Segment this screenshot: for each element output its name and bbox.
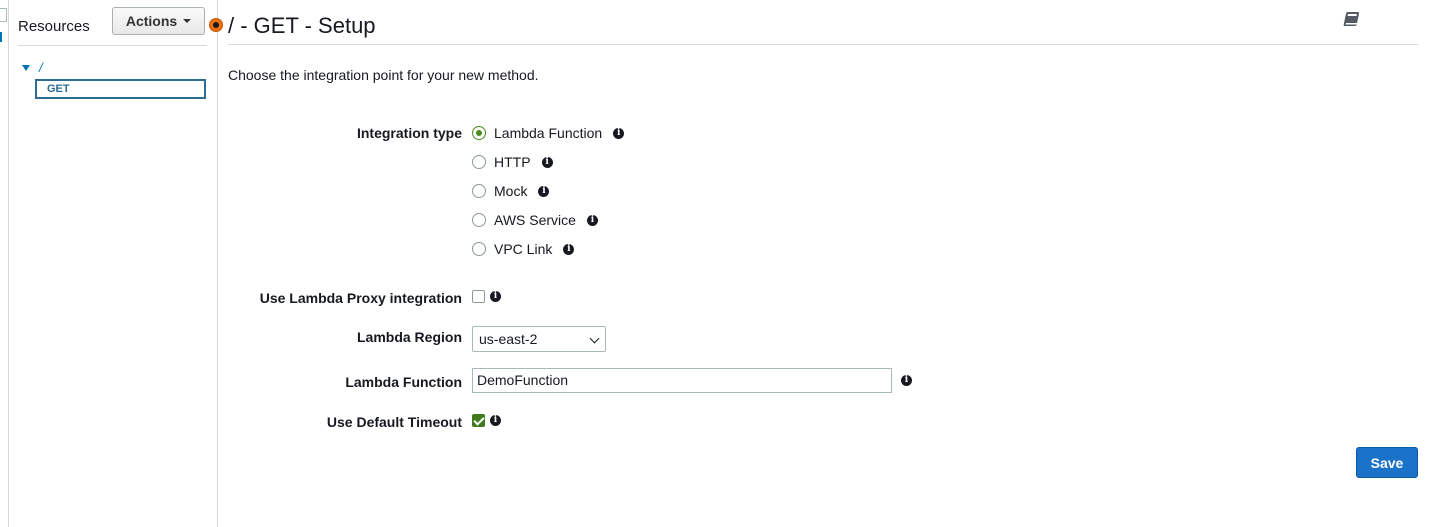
book-icon[interactable] bbox=[1341, 9, 1361, 29]
resources-title: Resources bbox=[18, 18, 90, 35]
radio-label[interactable]: HTTP bbox=[494, 154, 531, 170]
lambda-proxy-label: Use Lambda Proxy integration bbox=[259, 290, 462, 306]
radio-button[interactable] bbox=[472, 126, 486, 140]
lambda-region-select[interactable]: us-east-2 bbox=[472, 326, 606, 352]
info-icon[interactable]: i bbox=[586, 214, 598, 226]
integration-type-label: Integration type bbox=[356, 125, 462, 141]
caret-down-icon bbox=[183, 19, 192, 23]
default-timeout-checkbox[interactable] bbox=[472, 414, 485, 427]
info-icon[interactable]: i bbox=[538, 185, 550, 197]
resources-panel: Resources Actions / GET bbox=[8, 0, 218, 527]
expand-triangle-icon[interactable] bbox=[22, 64, 30, 71]
chevron-down-icon bbox=[589, 333, 600, 344]
radio-option-aws-service[interactable]: AWS Service i bbox=[472, 212, 598, 228]
intro-text: Choose the integration point for your ne… bbox=[228, 67, 539, 83]
info-icon[interactable]: i bbox=[490, 291, 501, 302]
radio-option-lambda-function[interactable]: Lambda Function i bbox=[472, 125, 625, 141]
radio-option-mock[interactable]: Mock i bbox=[472, 183, 550, 199]
radio-label[interactable]: Lambda Function bbox=[494, 125, 602, 141]
nav-active-marker bbox=[0, 32, 2, 42]
save-button[interactable]: Save bbox=[1356, 447, 1418, 478]
tree-item-get-method[interactable]: GET bbox=[35, 79, 206, 99]
tree-item-root[interactable]: / bbox=[22, 60, 43, 75]
nav-tab-marker[interactable] bbox=[0, 8, 7, 22]
title-divider bbox=[228, 44, 1418, 45]
actions-button-label: Actions bbox=[125, 13, 178, 29]
radio-button[interactable] bbox=[472, 184, 486, 198]
radio-button[interactable] bbox=[472, 242, 486, 256]
default-timeout-label: Use Default Timeout bbox=[326, 414, 462, 430]
collapse-handle-icon[interactable] bbox=[209, 18, 223, 32]
info-icon[interactable]: i bbox=[563, 243, 575, 255]
page-title: / - GET - Setup bbox=[228, 13, 376, 38]
radio-button[interactable] bbox=[472, 213, 486, 227]
radio-label[interactable]: Mock bbox=[494, 183, 527, 199]
lambda-region-label: Lambda Region bbox=[356, 329, 462, 345]
info-icon[interactable]: i bbox=[901, 375, 912, 386]
radio-label[interactable]: VPC Link bbox=[494, 241, 552, 257]
actions-button[interactable]: Actions bbox=[112, 7, 205, 35]
radio-option-http[interactable]: HTTP i bbox=[472, 154, 553, 170]
radio-label[interactable]: AWS Service bbox=[494, 212, 576, 228]
lambda-proxy-checkbox[interactable] bbox=[472, 290, 485, 303]
lambda-region-value: us-east-2 bbox=[479, 331, 538, 347]
info-icon[interactable]: i bbox=[541, 156, 553, 168]
radio-button[interactable] bbox=[472, 155, 486, 169]
lambda-function-label: Lambda Function bbox=[345, 374, 462, 390]
radio-option-vpc-link[interactable]: VPC Link i bbox=[472, 241, 575, 257]
info-icon[interactable]: i bbox=[490, 415, 501, 426]
lambda-function-input[interactable]: DemoFunction bbox=[472, 368, 892, 393]
resources-divider bbox=[18, 45, 207, 46]
info-icon[interactable]: i bbox=[613, 127, 625, 139]
tree-root-label: / bbox=[39, 60, 43, 75]
